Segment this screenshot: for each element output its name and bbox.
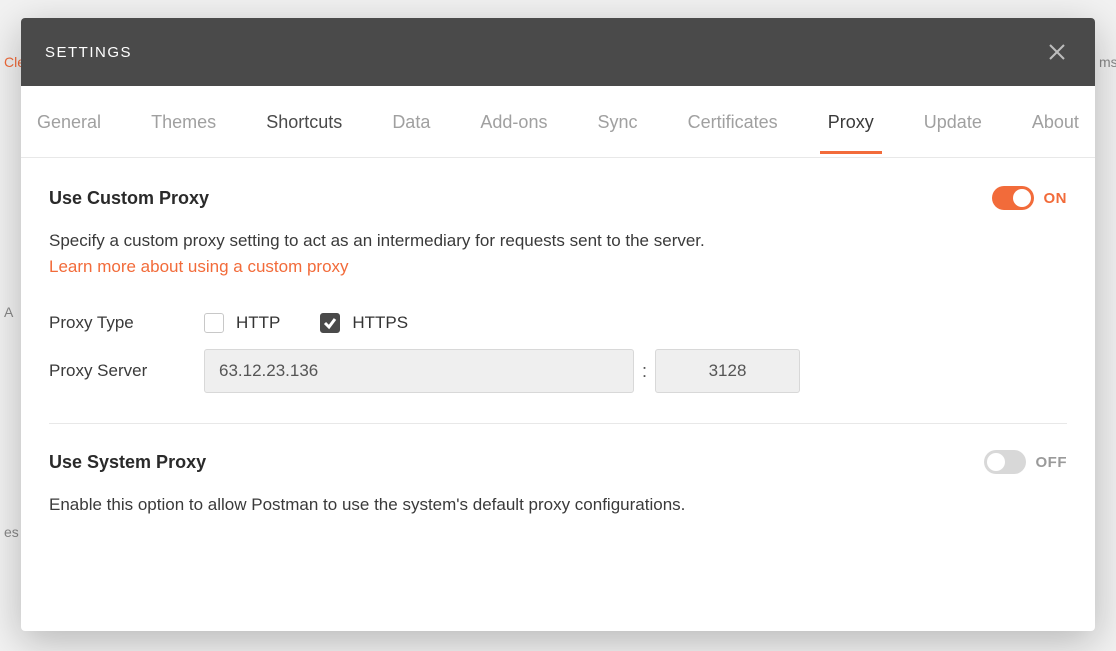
toggle-knob (987, 453, 1005, 471)
tab-addons[interactable]: Add-ons (480, 90, 547, 153)
toggle-knob (1013, 189, 1031, 207)
bg-fragment: es (0, 520, 14, 540)
bg-fragment: Cle (0, 50, 18, 70)
custom-proxy-description-text: Specify a custom proxy setting to act as… (49, 231, 705, 250)
bg-fragment: ms (1095, 50, 1116, 70)
custom-proxy-toggle-wrap: ON (992, 186, 1068, 210)
tabs-bar: General Themes Shortcuts Data Add-ons Sy… (21, 86, 1095, 158)
settings-modal: SETTINGS General Themes Shortcuts Data A… (21, 18, 1095, 631)
close-icon (1048, 43, 1066, 61)
system-proxy-title: Use System Proxy (49, 452, 206, 473)
tab-proxy[interactable]: Proxy (828, 90, 874, 153)
http-checkbox-label: HTTP (236, 313, 280, 333)
system-proxy-toggle[interactable] (984, 450, 1026, 474)
tab-sync[interactable]: Sync (598, 90, 638, 153)
tab-shortcuts[interactable]: Shortcuts (266, 90, 342, 153)
tab-general[interactable]: General (37, 90, 101, 153)
custom-proxy-description: Specify a custom proxy setting to act as… (49, 228, 1067, 279)
tab-data[interactable]: Data (392, 90, 430, 153)
tab-themes[interactable]: Themes (151, 90, 216, 153)
proxy-type-label: Proxy Type (49, 313, 204, 333)
learn-more-link[interactable]: Learn more about using a custom proxy (49, 257, 349, 276)
custom-proxy-title: Use Custom Proxy (49, 188, 209, 209)
https-checkbox[interactable] (320, 313, 340, 333)
tab-certificates[interactable]: Certificates (688, 90, 778, 153)
https-checkbox-label: HTTPS (352, 313, 408, 333)
system-proxy-description: Enable this option to allow Postman to u… (49, 492, 1067, 518)
modal-title: SETTINGS (45, 44, 132, 61)
bg-fragment: A (0, 300, 10, 320)
proxy-type-row: Proxy Type HTTP HTTPS (49, 313, 1067, 333)
tab-about[interactable]: About (1032, 90, 1079, 153)
bg-fragment (0, 0, 90, 16)
settings-content: Use Custom Proxy ON Specify a custom pro… (21, 158, 1095, 631)
tab-update[interactable]: Update (924, 90, 982, 153)
custom-proxy-header: Use Custom Proxy ON (49, 186, 1067, 210)
system-proxy-toggle-label: OFF (1036, 454, 1068, 471)
custom-proxy-toggle[interactable] (992, 186, 1034, 210)
modal-header: SETTINGS (21, 18, 1095, 86)
check-icon (323, 316, 337, 330)
system-proxy-header: Use System Proxy OFF (49, 450, 1067, 474)
close-button[interactable] (1043, 38, 1071, 66)
http-checkbox[interactable] (204, 313, 224, 333)
custom-proxy-toggle-label: ON (1044, 190, 1068, 207)
section-divider (49, 423, 1067, 424)
system-proxy-toggle-wrap: OFF (984, 450, 1068, 474)
proxy-port-input[interactable] (655, 349, 800, 393)
server-port-separator: : (642, 361, 647, 382)
proxy-server-label: Proxy Server (49, 361, 204, 381)
proxy-server-row: Proxy Server : (49, 349, 1067, 393)
proxy-server-input[interactable] (204, 349, 634, 393)
